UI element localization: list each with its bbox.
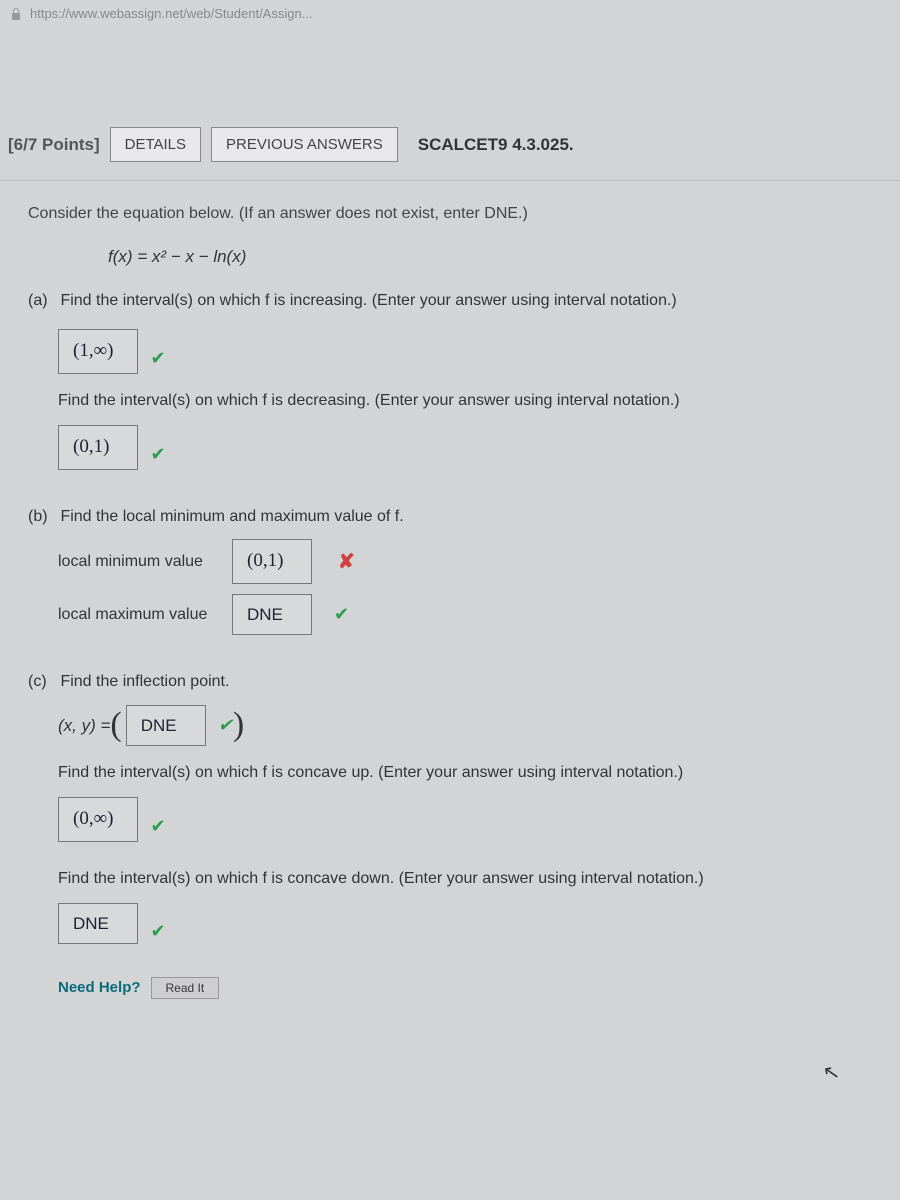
local-max-label: local maximum value	[58, 602, 218, 628]
previous-answers-button[interactable]: PREVIOUS ANSWERS	[211, 127, 398, 162]
instruction-text: Consider the equation below. (If an answ…	[28, 201, 882, 227]
part-b-q: Find the local minimum and maximum value…	[60, 508, 403, 525]
cursor-icon: ↖	[821, 1059, 842, 1087]
part-a-label: (a)	[28, 288, 56, 314]
check-icon: ✔	[150, 348, 165, 368]
answer-concave-down[interactable]: DNE	[58, 903, 138, 944]
answer-local-min[interactable]: (0,1)	[232, 539, 312, 583]
part-a: (a) Find the interval(s) on which f is i…	[28, 288, 882, 314]
check-icon: ✔	[218, 711, 233, 740]
close-paren: )	[233, 708, 244, 742]
question-reference: SCALCET9 4.3.025.	[418, 135, 574, 155]
help-row: Need Help? Read It	[58, 976, 882, 1000]
part-c-concave-up-q: Find the interval(s) on which f is conca…	[58, 760, 882, 786]
question-header: [6/7 Points] DETAILS PREVIOUS ANSWERS SC…	[0, 127, 900, 181]
details-button[interactable]: DETAILS	[110, 127, 201, 162]
answer-inflection[interactable]: DNE	[126, 705, 206, 746]
local-min-label: local minimum value	[58, 549, 218, 575]
part-b-label: (b)	[28, 504, 56, 530]
check-icon: ✔	[334, 600, 349, 629]
part-c-label: (c)	[28, 669, 56, 695]
part-c: (c) Find the inflection point.	[28, 669, 882, 695]
answer-concave-up[interactable]: (0,∞)	[58, 797, 138, 841]
need-help-label: Need Help?	[58, 976, 141, 1000]
part-c-concave-down-q: Find the interval(s) on which f is conca…	[58, 866, 882, 892]
url-text: https://www.webassign.net/web/Student/As…	[30, 6, 313, 21]
answer-local-max[interactable]: DNE	[232, 594, 312, 635]
local-max-row: local maximum value DNE ✔	[58, 594, 882, 635]
lock-icon	[10, 7, 22, 21]
part-b: (b) Find the local minimum and maximum v…	[28, 504, 882, 530]
answer-a-decreasing[interactable]: (0,1)	[58, 425, 138, 469]
page-content: [6/7 Points] DETAILS PREVIOUS ANSWERS SC…	[0, 27, 900, 1000]
local-min-row: local minimum value (0,1) ✘	[58, 539, 882, 583]
check-icon: ✔	[150, 921, 165, 941]
read-it-button[interactable]: Read It	[151, 977, 220, 999]
open-paren: (	[110, 708, 121, 742]
equation: f(x) = x² − x − ln(x)	[108, 243, 882, 270]
cross-icon: ✘	[338, 546, 355, 578]
part-a-q2: Find the interval(s) on which f is decre…	[58, 388, 882, 414]
part-c-inflection-q: Find the inflection point.	[60, 673, 229, 690]
question-body: Consider the equation below. (If an answ…	[0, 181, 900, 1000]
part-a-q1: Find the interval(s) on which f is incre…	[60, 292, 676, 309]
answer-a-increasing[interactable]: (1,∞)	[58, 329, 138, 373]
check-icon: ✔	[150, 816, 165, 836]
address-bar[interactable]: https://www.webassign.net/web/Student/As…	[0, 0, 900, 27]
inflection-row: (x, y) = ( DNE ✔ )	[58, 705, 882, 746]
points-label: [6/7 Points]	[8, 135, 100, 155]
check-icon: ✔	[150, 444, 165, 464]
xy-label: (x, y) =	[58, 712, 110, 739]
